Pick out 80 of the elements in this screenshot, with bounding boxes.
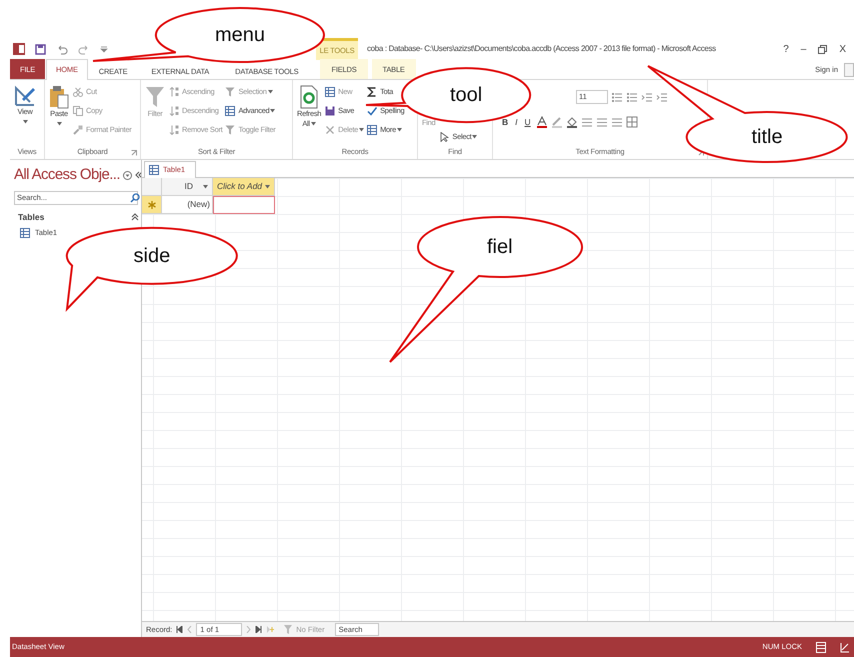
- app-icon[interactable]: [13, 43, 25, 55]
- callout-label: fiel: [487, 237, 513, 257]
- search-icon[interactable]: [130, 192, 140, 202]
- scissors-icon: [73, 87, 83, 97]
- close-button[interactable]: X: [839, 42, 846, 56]
- align-icon[interactable]: [610, 116, 623, 128]
- window-title: coba : Database- C:\Users\azizst\Documents\coba.accdb (Access 2007 - 2013 file format) - Microsoft Access: [367, 43, 716, 55]
- first-record-icon[interactable]: [176, 626, 184, 633]
- section-header[interactable]: Tables: [18, 210, 44, 224]
- check-icon: [367, 106, 378, 116]
- caret-icon: [268, 90, 273, 94]
- previous-record-icon[interactable]: [187, 626, 192, 633]
- caret-icon: [359, 128, 364, 132]
- table-cell[interactable]: (New): [162, 196, 213, 214]
- column-header[interactable]: ID: [162, 178, 213, 196]
- last-record-icon[interactable]: [255, 626, 262, 633]
- dropdown-icon[interactable]: [122, 170, 132, 180]
- callout-label: menu: [215, 25, 266, 45]
- customize-icon[interactable]: [100, 45, 108, 53]
- callout-label: tool: [450, 85, 482, 105]
- redo-icon[interactable]: [78, 44, 90, 54]
- format-button[interactable]: I: [513, 116, 520, 128]
- caret-icon: [22, 120, 28, 124]
- undo-icon[interactable]: [56, 44, 68, 54]
- table-cell[interactable]: [213, 196, 275, 214]
- datasheet-view-icon[interactable]: [816, 642, 826, 652]
- fill-color-icon[interactable]: [566, 116, 578, 128]
- user-icon[interactable]: [844, 62, 854, 76]
- pane-title: All Access Obje...: [14, 165, 120, 185]
- launcher-icon[interactable]: [131, 150, 137, 156]
- funnel-icon: [225, 125, 236, 135]
- asterisk-icon: [148, 200, 156, 208]
- collapse-icon[interactable]: [130, 212, 139, 221]
- floppy-icon: [325, 106, 336, 116]
- sigma-icon: [367, 87, 378, 97]
- pages-icon: [73, 106, 83, 116]
- pencil-icon: [14, 85, 36, 107]
- table-icon: [20, 228, 30, 238]
- design-view-icon[interactable]: [840, 642, 850, 652]
- caret-icon: [472, 135, 478, 139]
- collapse-icon[interactable]: [134, 171, 141, 180]
- new-record-icon[interactable]: [266, 626, 274, 633]
- funnel-icon: [225, 87, 236, 97]
- clipboard-icon: [49, 85, 69, 109]
- indent-icon[interactable]: [641, 92, 653, 102]
- cursor-icon: [439, 132, 450, 142]
- sort-icon: [169, 87, 179, 97]
- table-icon: [225, 106, 236, 116]
- funnel-icon: [145, 85, 165, 109]
- caret-icon: [270, 109, 276, 113]
- caret-icon: [56, 122, 62, 126]
- close-icon: [325, 125, 336, 135]
- table-icon: [149, 165, 159, 175]
- callout-label: side: [134, 246, 170, 266]
- next-record-icon[interactable]: [246, 626, 252, 633]
- gridlines-icon[interactable]: [626, 116, 638, 128]
- column-header[interactable]: Click to Add: [213, 178, 275, 196]
- funnel-icon[interactable]: [284, 625, 292, 634]
- brush-icon: [73, 125, 83, 135]
- refresh-icon: [299, 85, 320, 109]
- sort-icon: [169, 106, 179, 116]
- align-icon[interactable]: [596, 116, 608, 128]
- caret-icon: [396, 128, 402, 132]
- indent-icon[interactable]: [656, 92, 668, 102]
- format-button[interactable]: B: [500, 116, 510, 128]
- minimize-button[interactable]: –: [800, 42, 806, 56]
- callout-label: title: [752, 127, 783, 147]
- floppy-icon[interactable]: [35, 44, 46, 54]
- list-icon[interactable]: [611, 92, 623, 102]
- format-button[interactable]: U: [522, 116, 533, 128]
- caret-icon: [203, 184, 208, 188]
- table-icon: [325, 87, 336, 97]
- restore-icon[interactable]: [818, 44, 828, 54]
- list-icon[interactable]: [626, 92, 638, 102]
- table-icon: [367, 125, 378, 135]
- caret-icon: [265, 184, 270, 188]
- caret-icon: [310, 122, 316, 126]
- help-button[interactable]: ?: [783, 42, 789, 56]
- font-color-icon[interactable]: [536, 116, 548, 128]
- sort-icon: [169, 125, 179, 135]
